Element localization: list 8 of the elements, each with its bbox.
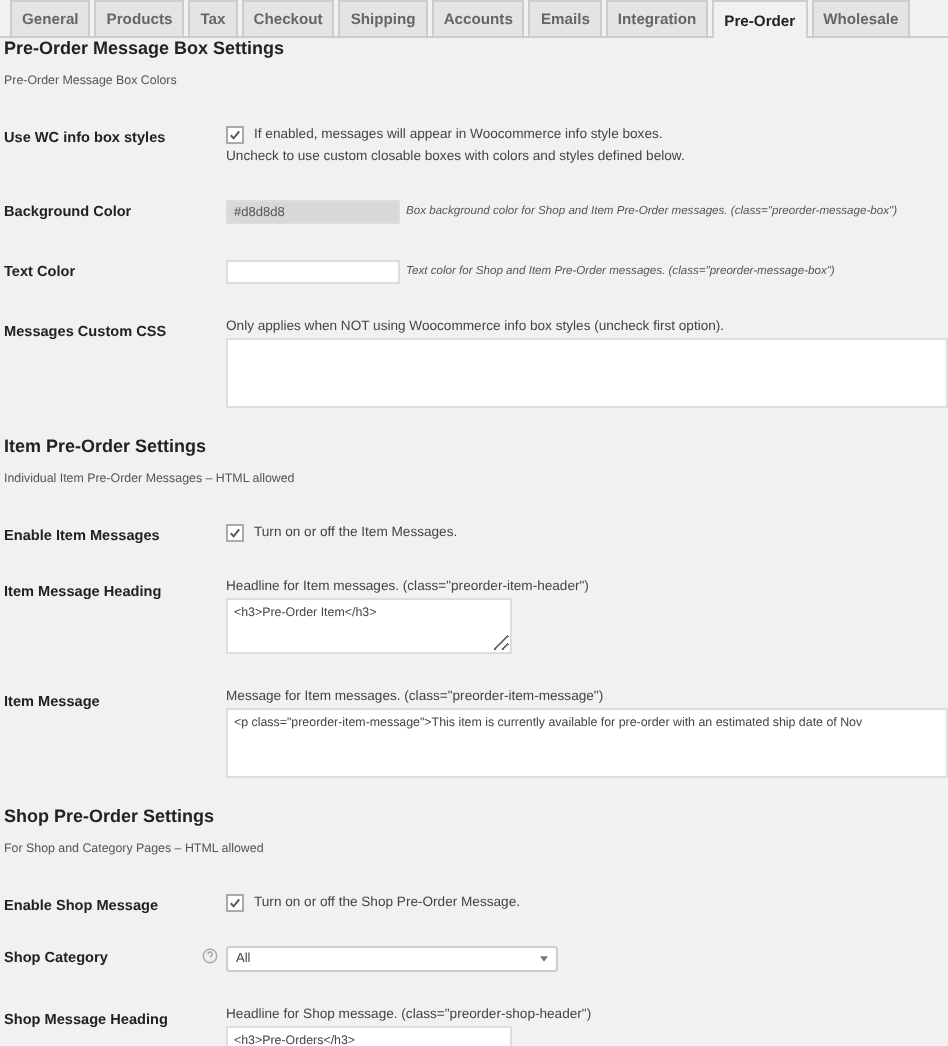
color-input[interactable] xyxy=(226,260,400,284)
section-heading: Pre-Order Message Box Settings xyxy=(4,38,287,58)
caret-icon xyxy=(540,956,548,962)
checkbox[interactable] xyxy=(226,126,244,144)
checkbox[interactable] xyxy=(226,894,244,912)
section-heading: Shop Pre-Order Settings xyxy=(4,806,217,826)
checkbox[interactable] xyxy=(226,524,244,542)
section-heading: Item Pre-Order Settings xyxy=(4,436,209,456)
